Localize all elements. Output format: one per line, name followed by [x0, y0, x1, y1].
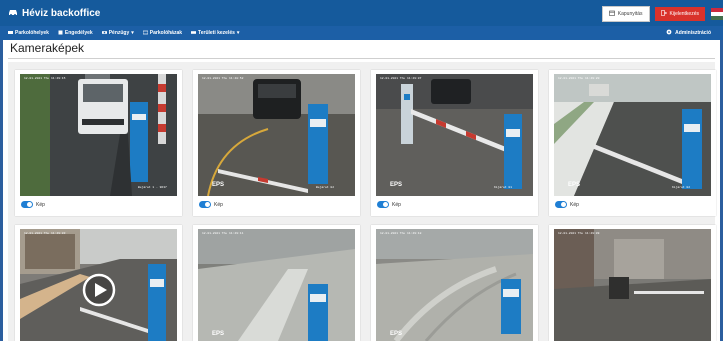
camera-timestamp: 12-01-2021 Thu 11:49:15 [24, 77, 66, 80]
image-toggle-label: Kép [570, 202, 579, 208]
image-toggle[interactable] [377, 201, 389, 208]
chevron-down-icon: ▾ [131, 30, 134, 36]
camera-card: 12-01-2021 Thu 11:49:18 EPS [371, 225, 538, 341]
camera-card: 12-01-2021 Thu 11:48:52 Bejárat 02 EPS K… [193, 70, 360, 216]
logout-icon [660, 10, 670, 18]
camera-image[interactable]: 12-01-2021 Thu 11:49:15 Bejárat 1 - 9637 [20, 74, 177, 196]
camera-timestamp: 12-01-2021 Thu 11:49:18 [380, 232, 422, 235]
camera-caption: Bejárat 02 [316, 186, 335, 189]
logout-label: Kijelentkezés [669, 11, 699, 17]
nav-label: Pénzügy [108, 30, 130, 36]
camera-image[interactable]: 12-01-2021 Thu 11:49:03 [20, 229, 177, 341]
image-toggle[interactable] [199, 201, 211, 208]
camera-timestamp: 12-01-2021 Thu 11:49:09 [558, 232, 600, 235]
gear-icon [666, 29, 675, 37]
id-card-icon [142, 30, 150, 37]
camera-image[interactable]: 12-01-2021 Thu 11:49:20 Kijárat 02 EPS [554, 74, 711, 196]
camera-card: 12-01-2021 Thu 11:49:11 EPS [193, 225, 360, 341]
eps-logo: EPS [390, 331, 403, 337]
camera-timestamp: 12-01-2021 Thu 11:49:11 [202, 232, 244, 235]
nav-item-finance[interactable]: Pénzügy ▾ [101, 30, 134, 37]
area-icon [191, 30, 198, 37]
app-brand[interactable]: Héviz backoffice [8, 7, 100, 20]
nav-admin-label: Adminisztráció [675, 30, 711, 36]
app-title: Héviz backoffice [22, 7, 101, 19]
camera-image[interactable]: 12-01-2021 Thu 11:49:09 [554, 229, 711, 341]
nav-label: Engedélyek [64, 30, 93, 36]
nav-label: Területi kezelés [198, 30, 235, 36]
top-bar: Héviz backoffice Kapunyitás Kijelentkezé… [0, 0, 723, 26]
image-toggle-label: Kép [214, 202, 223, 208]
camera-card: 12-01-2021 Thu 11:49:09 [549, 225, 716, 341]
camera-timestamp: 12-01-2021 Thu 11:49:03 [24, 232, 66, 235]
camera-image[interactable]: 12-01-2021 Thu 11:48:52 Bejárat 02 EPS [198, 74, 355, 196]
camera-timestamp: 12-01-2021 Thu 11:49:07 [380, 77, 422, 80]
car-logo-icon [8, 7, 22, 20]
parking-icon [8, 30, 15, 37]
money-icon [101, 30, 109, 37]
hungary-flag-icon[interactable] [711, 7, 723, 21]
title-divider [8, 58, 715, 59]
camera-card: 12-01-2021 Thu 11:49:15 Bejárat 1 - 9637… [15, 70, 182, 216]
nav-item-garages[interactable]: Parkolóházak [142, 30, 183, 37]
eps-logo: EPS [212, 182, 225, 188]
camera-image[interactable]: 12-01-2021 Thu 11:49:07 Kijárat 01 EPS [376, 74, 533, 196]
camera-caption: Kijárat 01 [494, 186, 513, 189]
nav-item-permits[interactable]: Engedélyek [58, 30, 93, 37]
camera-card: 12-01-2021 Thu 11:49:20 Kijárat 02 EPS K… [549, 70, 716, 216]
image-toggle-label: Kép [392, 202, 401, 208]
main-nav: Parkolóhelyek Engedélyek Pénzügy ▾ Parko… [0, 26, 723, 40]
nav-label: Parkolóházak [149, 30, 183, 36]
nav-item-area[interactable]: Területi kezelés ▾ [191, 30, 239, 37]
camera-image[interactable]: 12-01-2021 Thu 11:49:11 EPS [198, 229, 355, 341]
camera-timestamp: 12-01-2021 Thu 11:49:20 [558, 77, 600, 80]
nav-item-parking[interactable]: Parkolóhelyek [8, 30, 49, 37]
camera-image[interactable]: 12-01-2021 Thu 11:49:18 EPS [376, 229, 533, 341]
camera-card: 12-01-2021 Thu 11:49:07 Kijárat 01 EPS K… [371, 70, 538, 216]
nav-label: Parkolóhelyek [15, 30, 49, 36]
image-toggle[interactable] [555, 201, 567, 208]
camera-timestamp: 12-01-2021 Thu 11:48:52 [202, 77, 244, 80]
chevron-down-icon: ▾ [236, 30, 240, 36]
eps-logo: EPS [568, 182, 581, 188]
logout-button[interactable]: Kijelentkezés [654, 7, 705, 21]
camera-caption: Bejárat 1 - 9637 [138, 186, 167, 189]
calendar-icon [608, 10, 618, 18]
open-gate-label: Kapunyitás [617, 11, 643, 17]
image-toggle[interactable] [21, 201, 33, 208]
nav-item-admin[interactable]: Adminisztráció [666, 26, 711, 40]
camera-card: 12-01-2021 Thu 11:49:03 [15, 225, 182, 341]
camera-caption: Kijárat 02 [672, 186, 691, 189]
page-title: Kameraképek [10, 41, 85, 55]
eps-logo: EPS [212, 331, 225, 337]
play-button[interactable] [82, 273, 116, 307]
eps-logo: EPS [390, 182, 403, 188]
image-toggle-label: Kép [36, 202, 45, 208]
permit-icon [58, 30, 65, 37]
open-gate-button[interactable]: Kapunyitás [601, 6, 650, 22]
